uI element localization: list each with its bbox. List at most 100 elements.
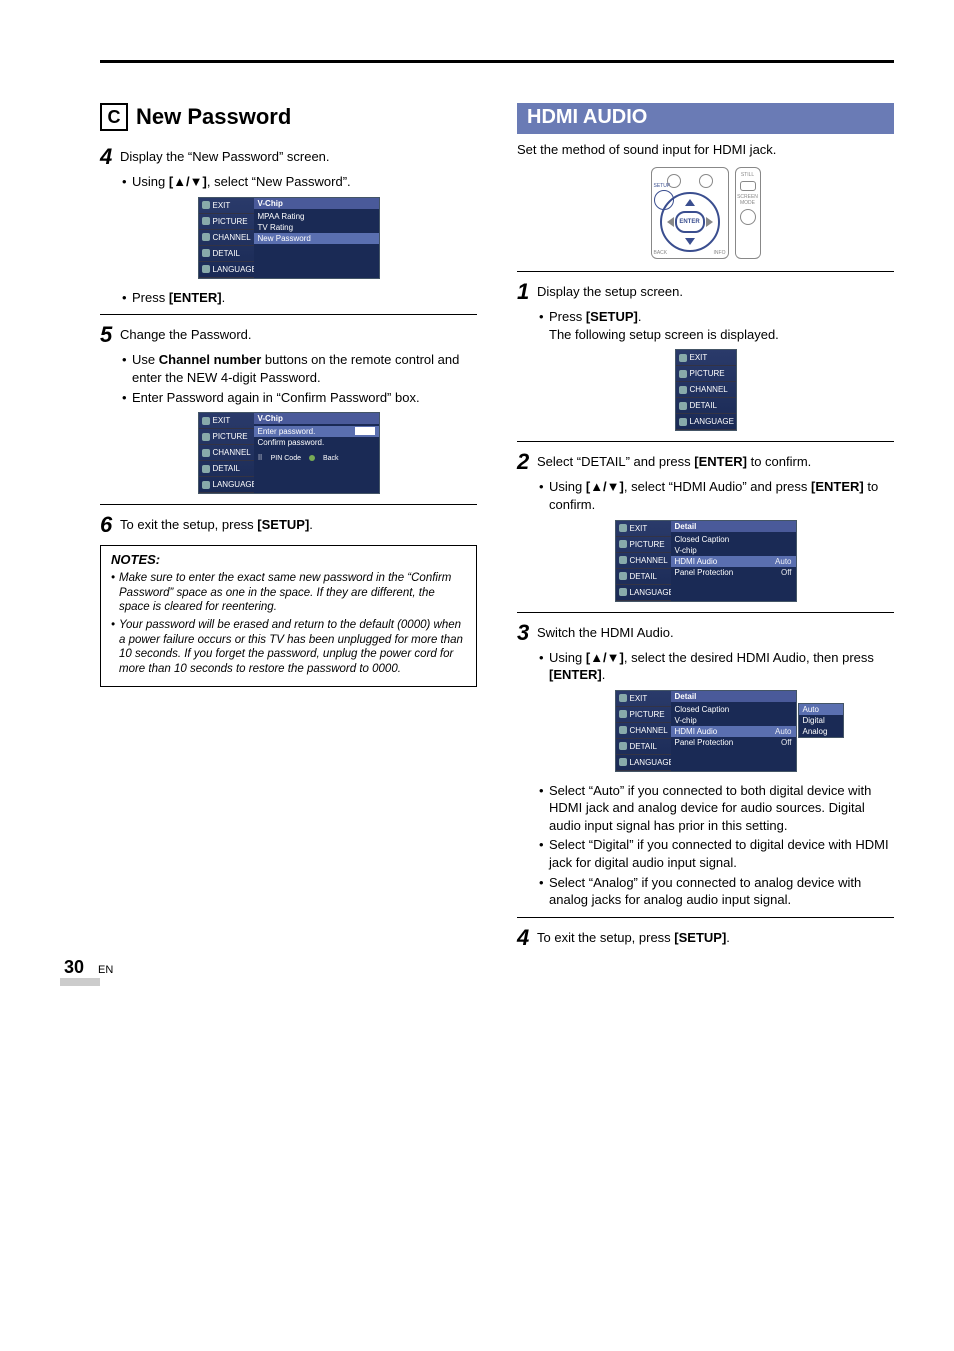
enter-button: ENTER <box>675 211 705 233</box>
osd-tab-detail: DETAIL <box>676 398 736 414</box>
label: Enter password. <box>258 427 347 436</box>
osd-tab-language: LANGUAGE <box>199 477 254 493</box>
label: HDMI Audio <box>675 727 772 736</box>
osd-row-confirm-pw: Confirm password. <box>258 437 375 448</box>
label: EXIT <box>630 694 648 703</box>
osd-row: Closed Caption <box>675 704 792 715</box>
notes-box: NOTES: Make sure to enter the exact same… <box>100 545 477 687</box>
exit-icon <box>619 524 627 532</box>
step-text: Display the “New Password” screen. <box>120 145 477 166</box>
remote-side: STILL SCREEN MODE <box>735 167 761 259</box>
osd-tab-exit: EXIT <box>199 413 254 429</box>
osd-tab-exit: EXIT <box>616 521 671 537</box>
step-number: 5 <box>100 323 120 347</box>
key-label: [▲/▼] <box>169 174 207 189</box>
label: Closed Caption <box>675 535 792 544</box>
step-text: Select “DETAIL” and press [ENTER] to con… <box>537 450 894 471</box>
step-number: 3 <box>517 621 537 645</box>
remote-button <box>740 209 756 225</box>
value: Off <box>781 568 792 577</box>
page-number: 30EN <box>64 957 113 978</box>
step5-bullet-use-number: Use Channel number buttons on the remote… <box>122 351 477 386</box>
arrow-down-icon <box>685 238 695 245</box>
picture-icon <box>619 540 627 548</box>
left-column: C New Password 4 Display the “New Passwo… <box>100 103 477 954</box>
notes-title: NOTES: <box>111 552 466 567</box>
osd-tab-exit: EXIT <box>676 350 736 366</box>
step-text: Switch the HDMI Audio. <box>537 621 894 642</box>
right-column: HDMI AUDIO Set the method of sound input… <box>517 103 894 954</box>
divider <box>517 271 894 272</box>
osd-vchip-password: EXIT PICTURE CHANNEL DETAIL LANGUAGE V-C… <box>198 412 380 494</box>
picture-icon <box>679 370 687 378</box>
step-4-right: 4 To exit the setup, press [SETUP]. <box>517 926 894 950</box>
osd-tab-exit: EXIT <box>616 691 671 707</box>
osd-title: V-Chip <box>254 198 379 209</box>
page-lang: EN <box>98 964 113 976</box>
divider <box>517 917 894 918</box>
remote-button <box>740 181 756 191</box>
popup-option: Auto <box>799 704 843 715</box>
step3-bullet-digital: Select “Digital” if you connected to dig… <box>539 836 894 871</box>
text: . <box>309 517 313 532</box>
step-6: 6 To exit the setup, press [SETUP]. <box>100 513 477 537</box>
step-number: 4 <box>517 926 537 950</box>
key-label: [ENTER] <box>811 479 864 494</box>
osd-tabs: EXIT PICTURE CHANNEL DETAIL LANGUAGE <box>616 691 671 771</box>
detail-icon <box>619 572 627 580</box>
picture-icon <box>619 710 627 718</box>
detail-icon <box>202 465 210 473</box>
label: DETAIL <box>213 464 240 473</box>
step3-bullet-select: Using [▲/▼], select the desired HDMI Aud… <box>539 649 894 684</box>
arrow-left-icon <box>667 217 674 227</box>
text: . <box>638 309 642 324</box>
step-text: To exit the setup, press [SETUP]. <box>537 926 894 947</box>
osd-tab-language: LANGUAGE <box>616 585 671 601</box>
hdmi-audio-heading: HDMI AUDIO <box>517 103 894 132</box>
osd-footer: ⠿ PIN Code Back <box>258 454 375 462</box>
key-label: [SETUP] <box>674 930 726 945</box>
osd-row: MPAA Rating <box>258 211 375 222</box>
detail-icon <box>202 249 210 257</box>
osd-detail-hdmi-popup: EXIT PICTURE CHANNEL DETAIL LANGUAGE Det… <box>615 690 797 772</box>
label: Closed Caption <box>675 705 792 714</box>
value: Auto <box>775 557 791 566</box>
step-number: 2 <box>517 450 537 474</box>
intro-text: Set the method of sound input for HDMI j… <box>517 142 894 157</box>
text: Press <box>132 290 169 305</box>
exit-icon <box>619 694 627 702</box>
text: . <box>222 290 226 305</box>
picture-icon <box>202 217 210 225</box>
text: To exit the setup, press <box>537 930 674 945</box>
label: Panel Protection <box>675 568 777 577</box>
text: , select the desired HDMI Audio, then pr… <box>624 650 874 665</box>
osd-title: Detail <box>671 521 796 532</box>
setup-label: SETUP <box>654 183 671 189</box>
language-icon <box>679 418 687 426</box>
osd-title: V-Chip <box>254 413 379 424</box>
osd-tab-language: LANGUAGE <box>676 414 736 430</box>
osd-title: Detail <box>671 691 796 702</box>
arrow-up-icon <box>685 199 695 206</box>
remote-button <box>699 174 713 188</box>
label: CHANNEL <box>630 556 668 565</box>
label: PICTURE <box>630 540 665 549</box>
osd-row: Closed Caption <box>675 534 792 545</box>
language-icon <box>619 758 627 766</box>
label: DETAIL <box>690 401 717 410</box>
step3-bullet-auto: Select “Auto” if you connected to both d… <box>539 782 894 835</box>
section-letter: C <box>100 103 128 131</box>
text: Using <box>132 174 169 189</box>
osd-body: Detail Closed Caption V-chip HDMI AudioA… <box>671 521 796 601</box>
back-icon <box>309 455 315 461</box>
step-text: To exit the setup, press [SETUP]. <box>120 513 477 534</box>
exit-icon <box>202 201 210 209</box>
label: LANGUAGE <box>213 265 257 274</box>
osd-tab-picture: PICTURE <box>199 214 254 230</box>
osd-row: TV Rating <box>258 222 375 233</box>
label: V-chip <box>675 546 792 555</box>
label: DETAIL <box>213 249 240 258</box>
step-number: 1 <box>517 280 537 304</box>
osd-tab-language: LANGUAGE <box>199 262 254 278</box>
label: CHANNEL <box>213 233 251 242</box>
